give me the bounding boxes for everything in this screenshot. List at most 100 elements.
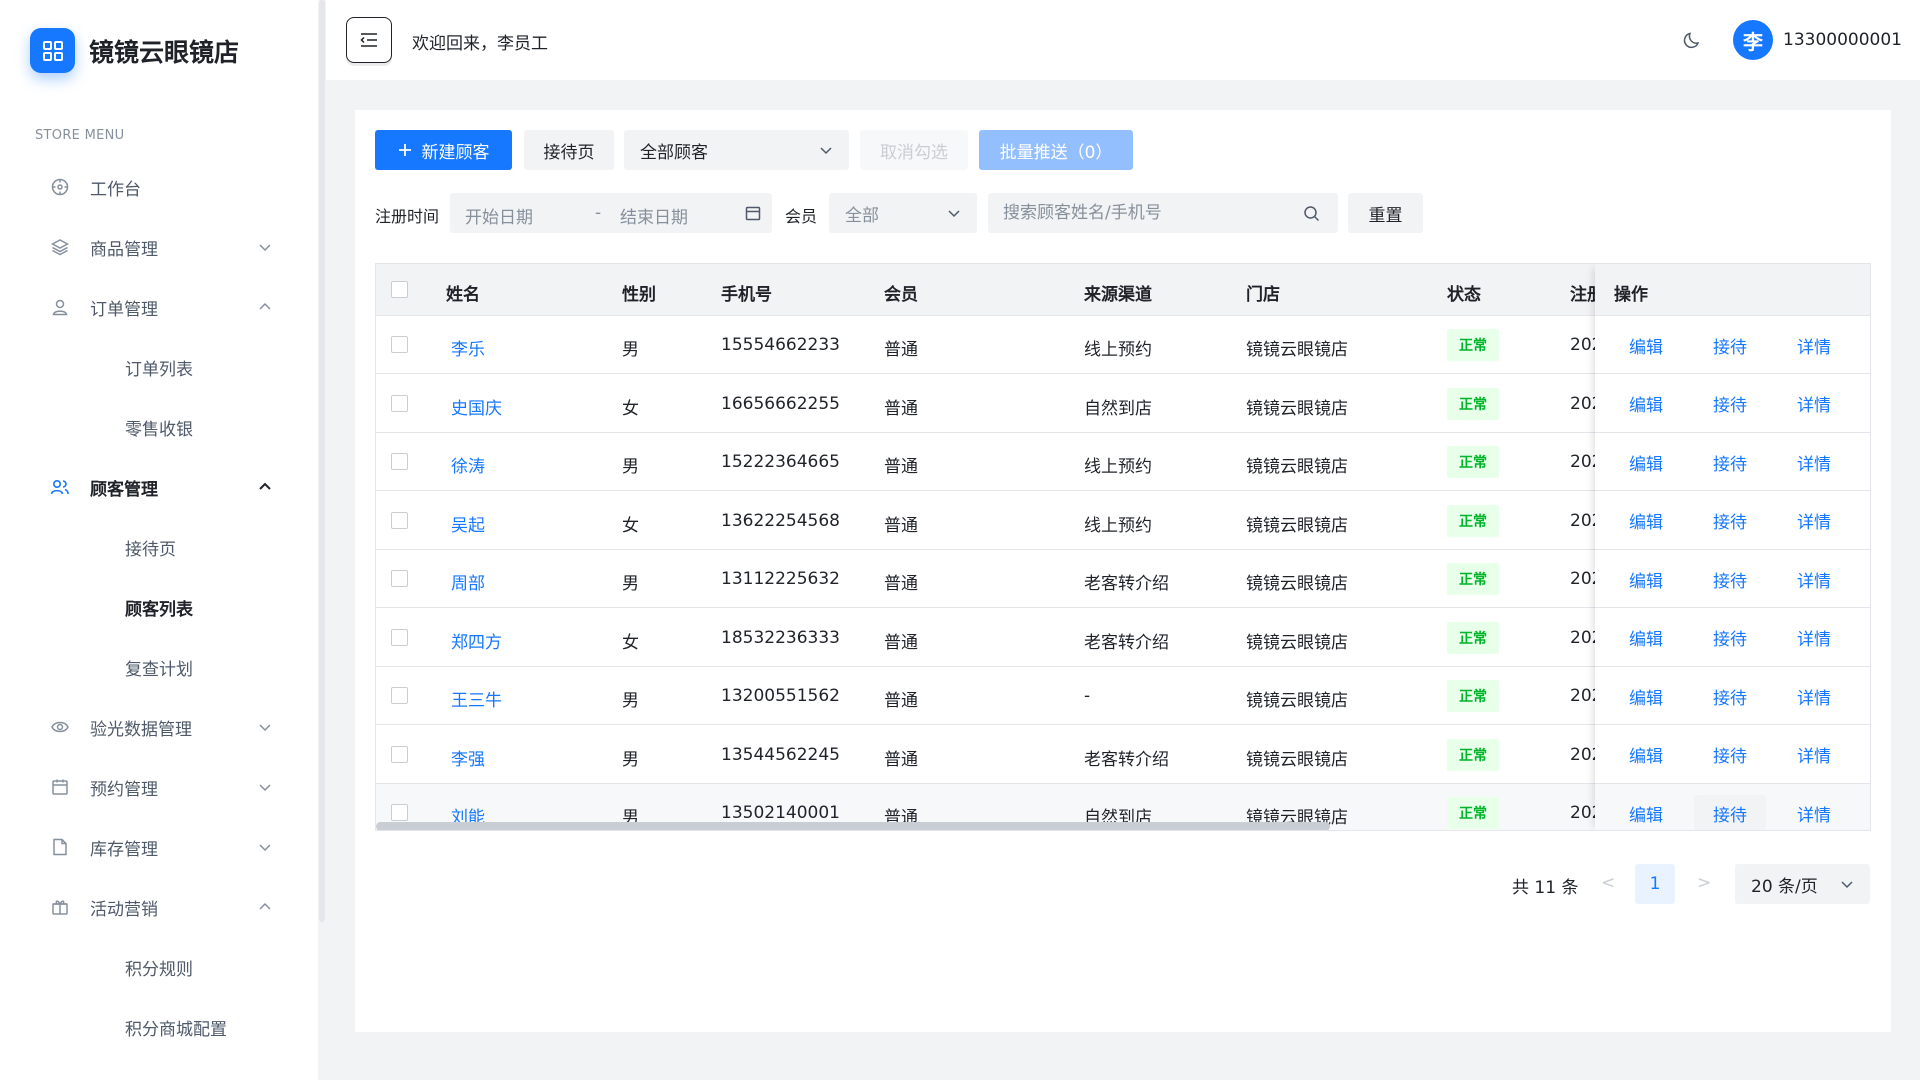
edit-button[interactable]: 编辑 [1610,678,1682,714]
page-size-select[interactable]: 20 条/页 [1735,864,1870,904]
row-checkbox[interactable] [391,745,408,763]
edit-button[interactable]: 编辑 [1610,386,1682,422]
table-row[interactable]: 李乐 男 15554662233 普通 线上预约 镜镜云眼镜店 正常 202 编辑接待详情 [376,316,1870,374]
row-checkbox[interactable] [391,687,408,704]
detail-button[interactable]: 详情 [1778,503,1850,539]
detail-button[interactable]: 详情 [1778,386,1850,422]
collapse-menu-button[interactable] [346,17,392,63]
sub-item-order-list[interactable]: 订单列表 [125,347,193,387]
pagination-total: 共 11 条 [1512,878,1579,898]
menu-item-optometry[interactable]: 验光数据管理 [30,702,280,752]
cell-source: 老客转介绍 [1084,632,1169,653]
menu-item-products[interactable]: 商品管理 [30,222,280,272]
customer-name-link[interactable]: 王三牛 [451,686,502,711]
member-select[interactable]: 全部 [829,193,977,233]
customer-filter-select[interactable]: 全部顾客 [624,130,849,170]
cell-source: 线上预约 [1084,340,1152,360]
receive-button[interactable]: 接待 [1694,386,1766,422]
table-horizontal-scrollbar[interactable] [376,822,1330,830]
logo[interactable]: 镜镜云眼镜店 [30,28,239,73]
row-checkbox[interactable] [391,394,408,412]
sub-item-recheck-plan[interactable]: 复查计划 [125,647,193,687]
edit-button[interactable]: 编辑 [1610,620,1682,656]
sub-item-customer-list[interactable]: 顾客列表 [125,587,193,627]
sidebar-scrollbar[interactable] [318,0,326,1080]
edit-button[interactable]: 编辑 [1610,503,1682,539]
row-checkbox[interactable] [391,570,408,587]
receive-button[interactable]: 接待 [1694,620,1766,656]
table-row[interactable]: 郑四方 女 18532236333 普通 老客转介绍 镜镜云眼镜店 正常 202 编辑接待详情 [376,608,1870,667]
edit-button[interactable]: 编辑 [1610,561,1682,597]
user-phone[interactable]: 13300000001 [1783,30,1902,50]
customer-name-link[interactable]: 吴起 [451,511,485,536]
receive-button[interactable]: 接待 [1694,795,1766,830]
new-customer-button[interactable]: 新建顾客 [375,130,512,170]
customer-name-link[interactable]: 周部 [451,569,485,594]
customer-name-link[interactable]: 史国庆 [451,394,502,419]
row-checkbox[interactable] [391,628,408,646]
edit-button[interactable]: 编辑 [1610,737,1682,773]
row-checkbox[interactable] [391,453,408,470]
chevron-up-icon [250,900,280,914]
menu-item-orders[interactable]: 订单管理 [30,282,280,332]
customer-name-link[interactable]: 李强 [451,745,485,770]
receive-button[interactable]: 接待 [1694,444,1766,480]
header: 欢迎回来，李员工 李 13300000001 [326,0,1920,80]
prev-page-button[interactable]: < [1601,873,1615,893]
search-icon[interactable] [1303,205,1320,227]
batch-push-button[interactable]: 批量推送（0） [979,130,1133,170]
reception-button[interactable]: 接待页 [524,130,614,170]
customer-name-link[interactable]: 李乐 [451,335,485,360]
select-all-checkbox[interactable] [391,281,408,298]
cell-store: 镜镜云眼镜店 [1246,340,1348,360]
sub-item-retail-checkout[interactable]: 零售收银 [125,407,193,447]
customer-name-link[interactable]: 郑四方 [451,628,502,653]
table-row[interactable]: 李强 男 13544562245 普通 老客转介绍 镜镜云眼镜店 正常 202 编辑接待详情 [376,725,1870,784]
detail-button[interactable]: 详情 [1778,620,1850,656]
detail-button[interactable]: 详情 [1778,561,1850,597]
reg-date-range-picker[interactable]: 开始日期 - 结束日期 [450,193,772,233]
menu-item-inventory[interactable]: 库存管理 [30,822,280,872]
table-row[interactable]: 徐涛 男 15222364665 普通 线上预约 镜镜云眼镜店 正常 202 编辑接待详情 [376,433,1870,491]
detail-button[interactable]: 详情 [1778,327,1850,363]
detail-button[interactable]: 详情 [1778,795,1850,830]
page-1-button[interactable]: 1 [1635,864,1675,904]
sidebar-scrollbar-thumb[interactable] [319,0,325,922]
table-row[interactable]: 吴起 女 13622254568 普通 线上预约 镜镜云眼镜店 正常 202 编辑接待详情 [376,491,1870,550]
receive-button[interactable]: 接待 [1694,503,1766,539]
detail-button[interactable]: 详情 [1778,737,1850,773]
cell-reg-time-clip: 202 [1570,375,1595,433]
next-page-button[interactable]: > [1697,873,1711,893]
edit-button[interactable]: 编辑 [1610,327,1682,363]
sub-item-points-mall[interactable]: 积分商城配置 [125,1007,227,1047]
row-checkbox[interactable] [391,336,408,353]
cancel-selection-button[interactable]: 取消勾选 [860,130,968,170]
cell-store: 镜镜云眼镜店 [1246,691,1348,711]
moon-icon[interactable] [1683,30,1703,55]
row-checkbox[interactable] [391,511,408,529]
table-row[interactable]: 周部 男 13112225632 普通 老客转介绍 镜镜云眼镜店 正常 202 编辑接待详情 [376,550,1870,608]
menu-item-appointments[interactable]: 预约管理 [30,762,280,812]
receive-button[interactable]: 接待 [1694,327,1766,363]
sub-item-points-rules[interactable]: 积分规则 [125,947,193,987]
menu-label: 订单管理 [90,299,158,320]
edit-button[interactable]: 编辑 [1610,795,1682,830]
sub-item-reception[interactable]: 接待页 [125,527,176,567]
search-input[interactable] [988,193,1338,233]
customer-name-link[interactable]: 徐涛 [451,452,485,477]
edit-button[interactable]: 编辑 [1610,444,1682,480]
table-row[interactable]: 史国庆 女 16656662255 普通 自然到店 镜镜云眼镜店 正常 202 编辑接待详情 [376,374,1870,433]
receive-button[interactable]: 接待 [1694,737,1766,773]
avatar[interactable]: 李 [1733,20,1773,60]
detail-button[interactable]: 详情 [1778,444,1850,480]
table-row[interactable]: 王三牛 男 13200551562 普通 - 镜镜云眼镜店 正常 202 编辑接待详情 [376,667,1870,725]
receive-button[interactable]: 接待 [1694,678,1766,714]
row-checkbox[interactable] [391,804,408,821]
menu-item-marketing[interactable]: 活动营销 [30,882,280,932]
menu-item-dashboard[interactable]: 工作台 [30,162,280,212]
menu-item-customers[interactable]: 顾客管理 [30,462,280,512]
reset-button[interactable]: 重置 [1348,193,1423,233]
detail-button[interactable]: 详情 [1778,678,1850,714]
col-member: 会员 [884,285,918,305]
receive-button[interactable]: 接待 [1694,561,1766,597]
